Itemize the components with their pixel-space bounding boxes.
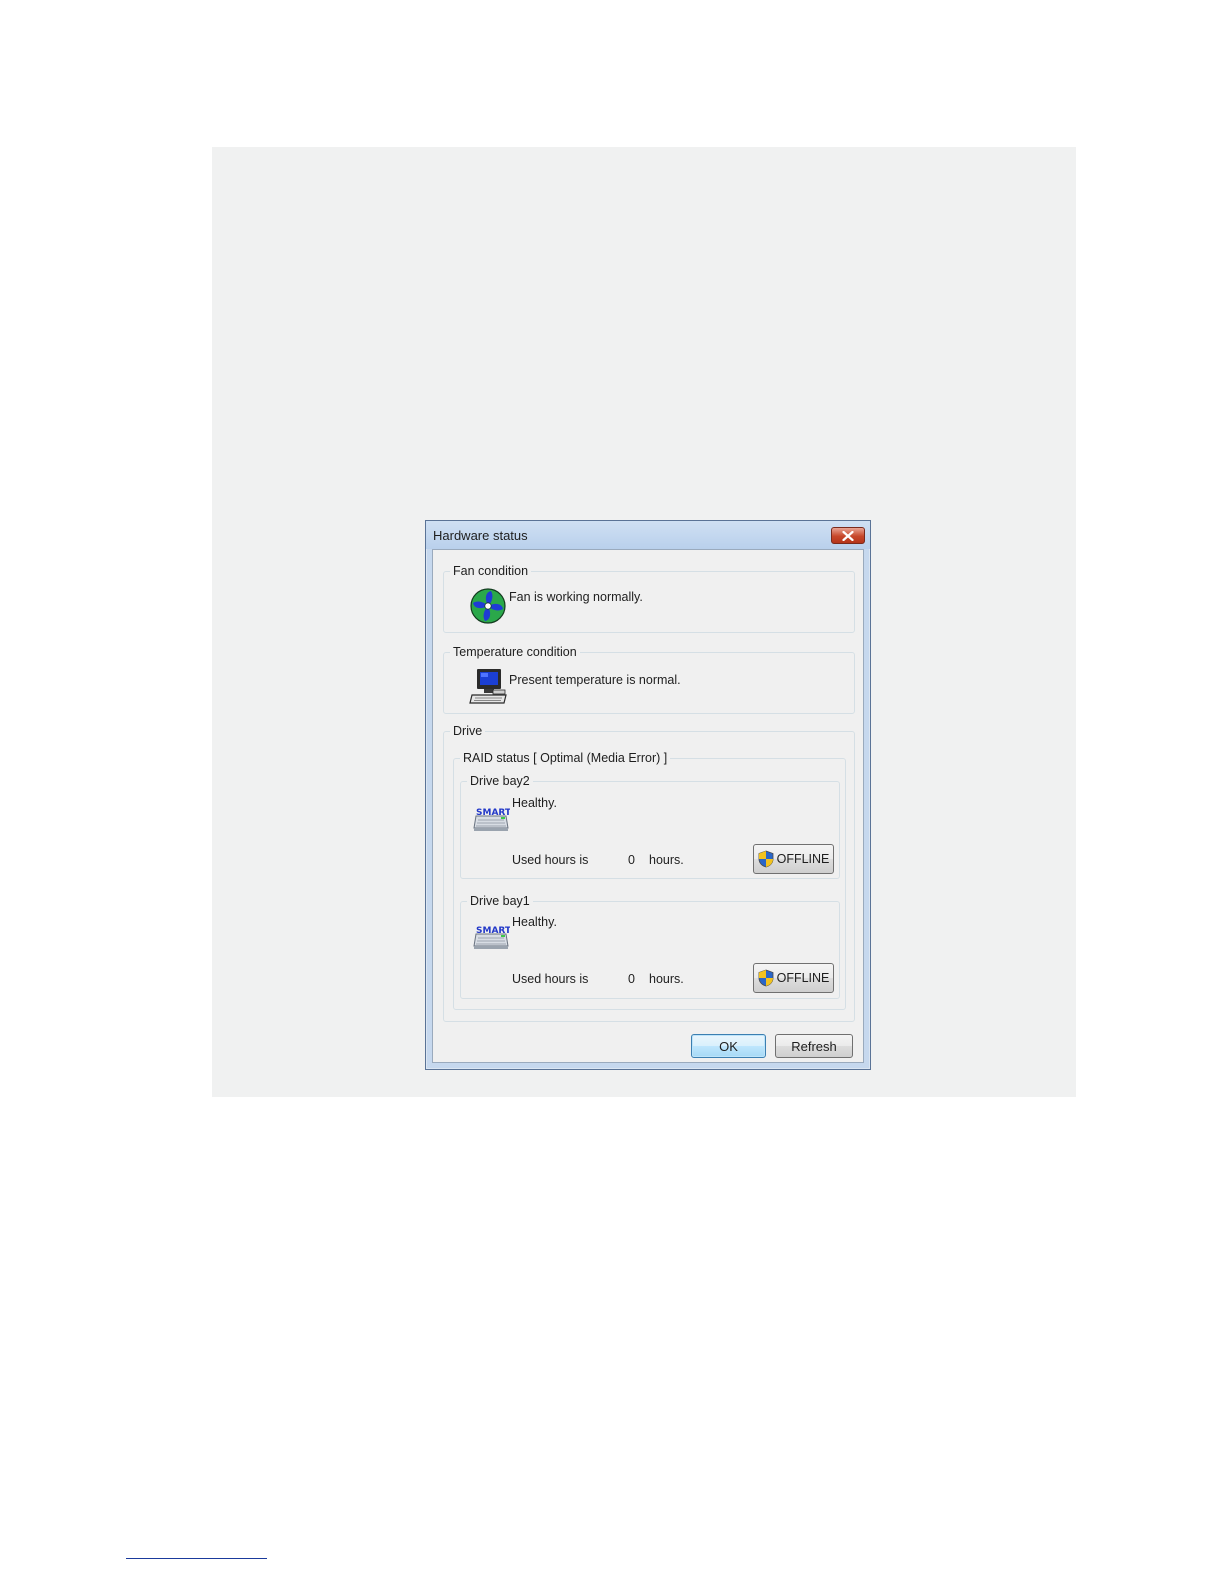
drive-bay1-group: Drive bay1 SMART Healthy. Used hours is … [460, 894, 840, 999]
drive-bay2-status: Healthy. [512, 796, 557, 810]
dialog-client-area: Fan condition Fan is working normally. T… [432, 549, 864, 1063]
drive-bay2-used-hours-label: Used hours is [512, 853, 589, 867]
drive-bay1-status: Healthy. [512, 915, 557, 929]
drive-group: Drive RAID status [ Optimal (Media Error… [443, 724, 855, 1022]
drive-group-label: Drive [450, 724, 486, 739]
fan-condition-group: Fan condition Fan is working normally. [443, 564, 855, 633]
refresh-button[interactable]: Refresh [775, 1034, 853, 1058]
drive-bay2-group: Drive bay2 SMART Healthy. Used hours is … [460, 774, 840, 879]
drive-bay2-offline-button[interactable]: OFFLINE [753, 844, 834, 874]
raid-status-label: RAID status [ Optimal (Media Error) ] [460, 751, 671, 766]
fan-icon [470, 588, 506, 624]
drive-bay2-hours-unit: hours. [649, 853, 684, 867]
fan-status-message: Fan is working normally. [509, 590, 643, 604]
drive-bay2-offline-label: OFFLINE [776, 852, 830, 866]
page: Hardware status Fan condition Fan is wor… [0, 0, 1224, 1584]
drive-bay2-label: Drive bay2 [467, 774, 533, 789]
temperature-condition-label: Temperature condition [450, 645, 580, 660]
temperature-condition-group: Temperature condition Present temperatur… [443, 645, 855, 714]
computer-icon [469, 669, 507, 704]
footnote-rule [126, 1558, 267, 1559]
dialog-title: Hardware status [433, 528, 528, 543]
fan-condition-label: Fan condition [450, 564, 532, 579]
drive-bay1-offline-label: OFFLINE [776, 971, 830, 985]
smart-drive-icon: SMART [473, 808, 510, 831]
ok-button[interactable]: OK [691, 1034, 766, 1058]
drive-bay1-offline-button[interactable]: OFFLINE [753, 963, 834, 993]
svg-text:SMART: SMART [476, 926, 510, 936]
drive-bay1-label: Drive bay1 [467, 894, 533, 909]
close-button[interactable] [831, 527, 865, 544]
drive-bay2-used-hours-value: 0 [628, 853, 635, 867]
temperature-status-message: Present temperature is normal. [509, 673, 681, 687]
drive-bay1-hours-unit: hours. [649, 972, 684, 986]
title-bar[interactable]: Hardware status [426, 521, 870, 549]
svg-text:SMART: SMART [476, 808, 510, 818]
shield-icon [758, 969, 773, 987]
raid-status-group: RAID status [ Optimal (Media Error) ] Dr… [453, 751, 846, 1010]
smart-drive-icon: SMART [473, 926, 510, 949]
drive-bay1-used-hours-value: 0 [628, 972, 635, 986]
hardware-status-dialog: Hardware status Fan condition Fan is wor… [425, 520, 871, 1070]
shield-icon [758, 850, 773, 868]
close-icon [842, 530, 854, 541]
drive-bay1-used-hours-label: Used hours is [512, 972, 589, 986]
